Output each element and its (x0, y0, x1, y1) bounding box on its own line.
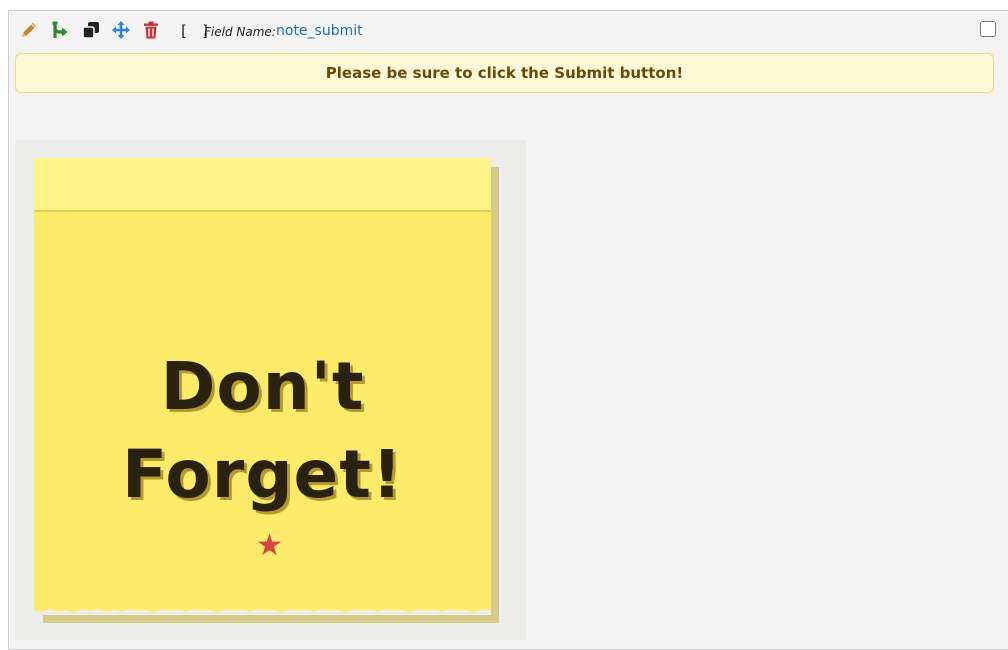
field-name-label: Field Name: (204, 25, 276, 39)
select-checkbox[interactable] (980, 21, 996, 37)
sticky-note-image: Don't Forget! ★ (15, 140, 526, 640)
branch-icon[interactable] (49, 19, 71, 41)
sticky-note: Don't Forget! ★ (34, 158, 491, 615)
move-icon[interactable] (110, 19, 132, 41)
sticky-note-line-1: Don't (160, 348, 365, 425)
sticky-note-adhesive-strip (34, 158, 491, 212)
field-name-value[interactable]: note_submit (276, 23, 363, 39)
submit-reminder-text: Please be sure to click the Submit butto… (325, 64, 684, 82)
submit-reminder-banner: Please be sure to click the Submit butto… (15, 53, 994, 93)
copy-icon[interactable] (80, 19, 102, 41)
field-container: [ ] Field Name: note_submit Please be su… (8, 10, 1008, 650)
trash-icon[interactable] (140, 19, 162, 41)
field-toolbar: [ ] Field Name: note_submit (9, 11, 1008, 51)
star-icon: ★ (256, 528, 283, 563)
sticky-note-line-2: Forget! (122, 436, 403, 513)
torn-edge (34, 609, 491, 615)
pencil-icon[interactable] (18, 19, 40, 41)
